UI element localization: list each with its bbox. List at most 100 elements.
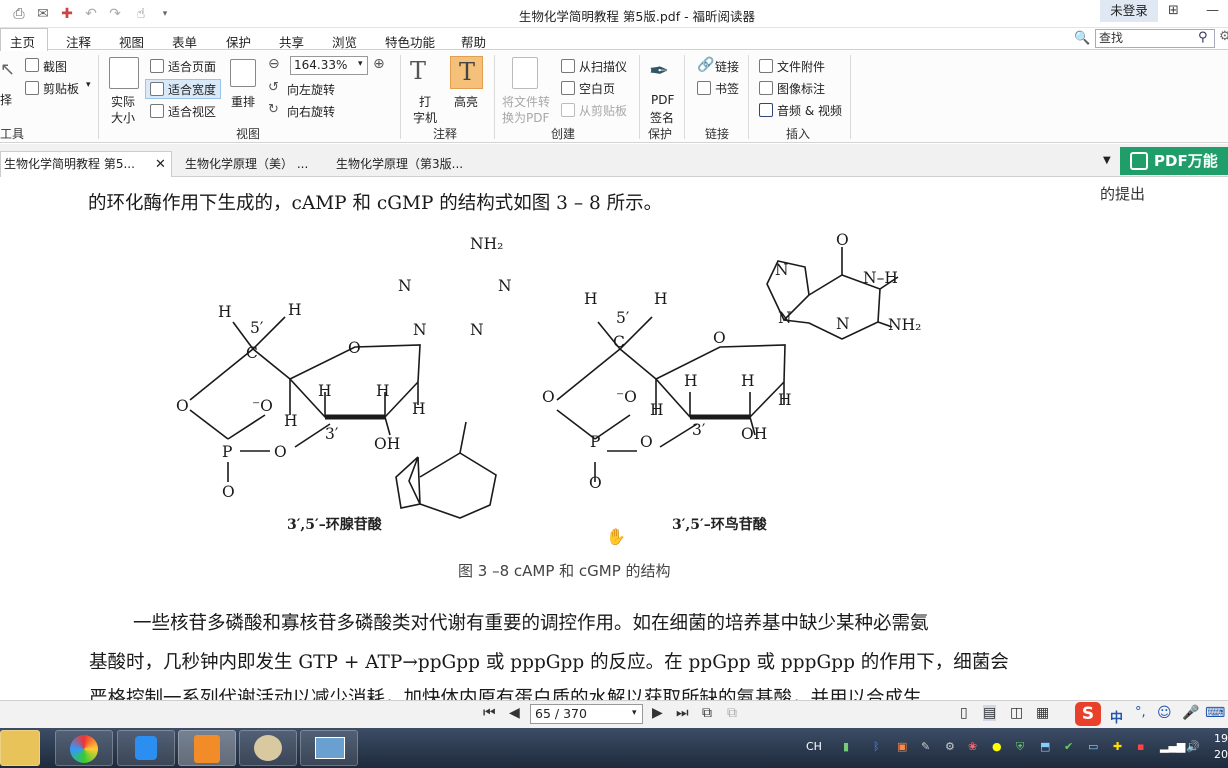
image-annotation-button[interactable]: 图像标注 xyxy=(777,80,825,97)
minimize-icon[interactable]: — xyxy=(1206,3,1219,18)
ime-voice-icon[interactable]: 🎤 xyxy=(1182,705,1199,721)
paint-taskbar-icon[interactable] xyxy=(239,730,297,766)
clock-time[interactable]: 19 xyxy=(1214,732,1228,745)
fit-width-button[interactable]: 适合宽度 xyxy=(168,81,216,98)
highlight-icon[interactable]: T xyxy=(450,56,483,89)
tray-app-icon[interactable]: ▭ xyxy=(1088,740,1098,753)
next-page-icon[interactable]: ▶ xyxy=(652,705,663,721)
clock-date[interactable]: 20 xyxy=(1214,748,1228,761)
layout-icon[interactable]: ⊞ xyxy=(1168,3,1179,18)
from-clipboard-button[interactable]: 从剪贴板 xyxy=(579,102,627,119)
single-page-icon[interactable]: ▯ xyxy=(960,705,968,721)
pdf-converter-banner[interactable]: PDF万能 xyxy=(1120,147,1228,175)
messenger-taskbar-icon[interactable] xyxy=(117,730,175,766)
reflow-label[interactable]: 重排 xyxy=(231,93,255,110)
explorer-taskbar-icon[interactable] xyxy=(0,730,40,766)
select-cursor-icon[interactable]: ↖ xyxy=(0,59,15,80)
menu-share[interactable]: 共享 xyxy=(279,32,304,51)
tray-bluetooth-icon[interactable]: ᛒ xyxy=(873,740,880,753)
tab-document-1[interactable]: 生物化学简明教程 第5... xyxy=(2,152,135,177)
tab-document-3[interactable]: 生物化学原理（第3版... xyxy=(334,152,463,177)
tab-document-2[interactable]: 生物化学原理（美） ... xyxy=(183,152,308,177)
reflow-icon[interactable] xyxy=(230,59,256,87)
zoom-out-icon[interactable]: ⊖ xyxy=(268,56,280,72)
menu-help[interactable]: 帮助 xyxy=(461,32,486,51)
fit-page-button[interactable]: 适合页面 xyxy=(168,58,216,75)
zoom-select[interactable]: 164.33% xyxy=(290,56,368,75)
clipboard-button[interactable]: 剪贴板 xyxy=(43,80,79,97)
menu-form[interactable]: 表单 xyxy=(172,32,197,51)
menu-browse[interactable]: 浏览 xyxy=(332,32,357,51)
file-to-pdf-icon[interactable] xyxy=(512,57,538,89)
menu-comment[interactable]: 注释 xyxy=(66,32,91,51)
continuous-facing-icon[interactable]: ▦ xyxy=(1036,705,1049,721)
menu-features[interactable]: 特色功能 xyxy=(385,32,435,51)
actual-size-label-1[interactable]: 实际 xyxy=(111,93,135,110)
tray-app-icon[interactable]: ⚙ xyxy=(945,740,955,753)
login-button[interactable]: 未登录 xyxy=(1100,0,1158,22)
bookmark-button[interactable]: 书签 xyxy=(715,80,739,97)
search-icon[interactable]: ⚲ xyxy=(1198,30,1208,45)
fit-view-button[interactable]: 适合视区 xyxy=(168,103,216,120)
tray-battery-icon[interactable]: ▮ xyxy=(843,740,849,753)
menu-home[interactable]: 主页 xyxy=(10,32,35,51)
pdf-sign-icon[interactable]: ✒ xyxy=(649,57,669,85)
facing-page-icon[interactable]: ◫ xyxy=(1010,705,1023,721)
ime-language-label[interactable]: 中 xyxy=(1110,707,1123,726)
menu-view[interactable]: 视图 xyxy=(119,32,144,51)
tray-language-label[interactable]: CH xyxy=(806,740,822,753)
first-page-icon[interactable]: ⏮ xyxy=(483,705,496,721)
rotate-left-button[interactable]: 向左旋转 xyxy=(287,81,335,98)
typewriter-label-1[interactable]: 打 xyxy=(419,93,431,110)
tray-volume-icon[interactable]: 🔊 xyxy=(1186,740,1200,753)
document-view[interactable]: 的环化酶作用下生成的，cAMP 和 cGMP 的结构式如图 3 – 8 所示。 … xyxy=(0,177,1228,700)
previous-view-icon[interactable]: ⧉ xyxy=(702,705,712,721)
audio-video-button[interactable]: 音频 & 视频 xyxy=(777,102,842,119)
close-tab-icon[interactable]: ✕ xyxy=(155,157,166,172)
highlight-button[interactable]: 高亮 xyxy=(454,93,478,110)
previous-page-icon[interactable]: ◀ xyxy=(509,705,520,721)
foxit-pdf-taskbar-icon[interactable] xyxy=(178,730,236,766)
page-number-input[interactable]: 65 / 370 xyxy=(530,704,643,724)
last-page-icon[interactable]: ⏭ xyxy=(676,705,689,721)
link-button[interactable]: 链接 xyxy=(715,58,739,75)
tab-list-dropdown-icon[interactable]: ▼ xyxy=(1103,155,1111,166)
tray-shield-icon[interactable]: ⛨ xyxy=(1016,740,1024,754)
tray-app-icon[interactable]: ▣ xyxy=(897,740,907,753)
zoom-dropdown-icon[interactable]: ▾ xyxy=(358,59,363,69)
search-folder-icon[interactable]: 🔍 xyxy=(1074,31,1090,46)
file-to-pdf-label-2[interactable]: 换为PDF xyxy=(502,109,549,126)
from-scanner-button[interactable]: 从扫描仪 xyxy=(579,58,627,75)
select-tool-label[interactable]: 择 xyxy=(0,91,12,108)
next-view-icon[interactable]: ⧉ xyxy=(727,705,737,721)
typewriter-icon[interactable]: T xyxy=(410,57,426,85)
screenshot-button[interactable]: 截图 xyxy=(43,58,67,75)
tray-app-icon[interactable]: ✚ xyxy=(1113,740,1122,753)
clipboard-dropdown-icon[interactable]: ▾ xyxy=(86,80,91,90)
tray-app-icon[interactable]: ✎ xyxy=(921,740,930,753)
search-input[interactable]: 查找 xyxy=(1095,29,1215,48)
pdf-sign-label-2[interactable]: 签名 xyxy=(650,109,674,126)
file-attachment-button[interactable]: 文件附件 xyxy=(777,58,825,75)
tray-qq-icon[interactable]: ● xyxy=(992,740,1002,753)
tray-app-icon[interactable]: ▪ xyxy=(1137,740,1144,753)
blank-page-button[interactable]: 空白页 xyxy=(579,80,615,97)
typewriter-label-2[interactable]: 字机 xyxy=(413,109,437,126)
continuous-page-icon[interactable]: ▤ xyxy=(983,705,997,721)
settings-icon[interactable]: ⚙ xyxy=(1219,29,1228,44)
tray-app-icon[interactable]: ⬒ xyxy=(1040,740,1050,753)
ime-keyboard-icon[interactable]: ⌨ xyxy=(1205,705,1225,721)
ime-punctuation-icon[interactable]: °, xyxy=(1135,705,1146,720)
browser-taskbar-icon[interactable] xyxy=(55,730,113,766)
actual-size-icon[interactable] xyxy=(109,57,139,89)
menu-protect[interactable]: 保护 xyxy=(226,32,251,51)
pdf-sign-label-1[interactable]: PDF xyxy=(651,93,674,107)
sogou-ime-icon[interactable]: S xyxy=(1075,702,1101,726)
image-viewer-taskbar-icon[interactable] xyxy=(300,730,358,766)
actual-size-label-2[interactable]: 大小 xyxy=(111,109,135,126)
rotate-right-button[interactable]: 向右旋转 xyxy=(287,103,335,120)
tray-app-icon[interactable]: ❀ xyxy=(968,740,977,753)
ime-emoji-icon[interactable]: ☺ xyxy=(1157,705,1172,721)
tray-app-icon[interactable]: ✔ xyxy=(1064,740,1073,753)
file-to-pdf-label-1[interactable]: 将文件转 xyxy=(502,93,550,110)
